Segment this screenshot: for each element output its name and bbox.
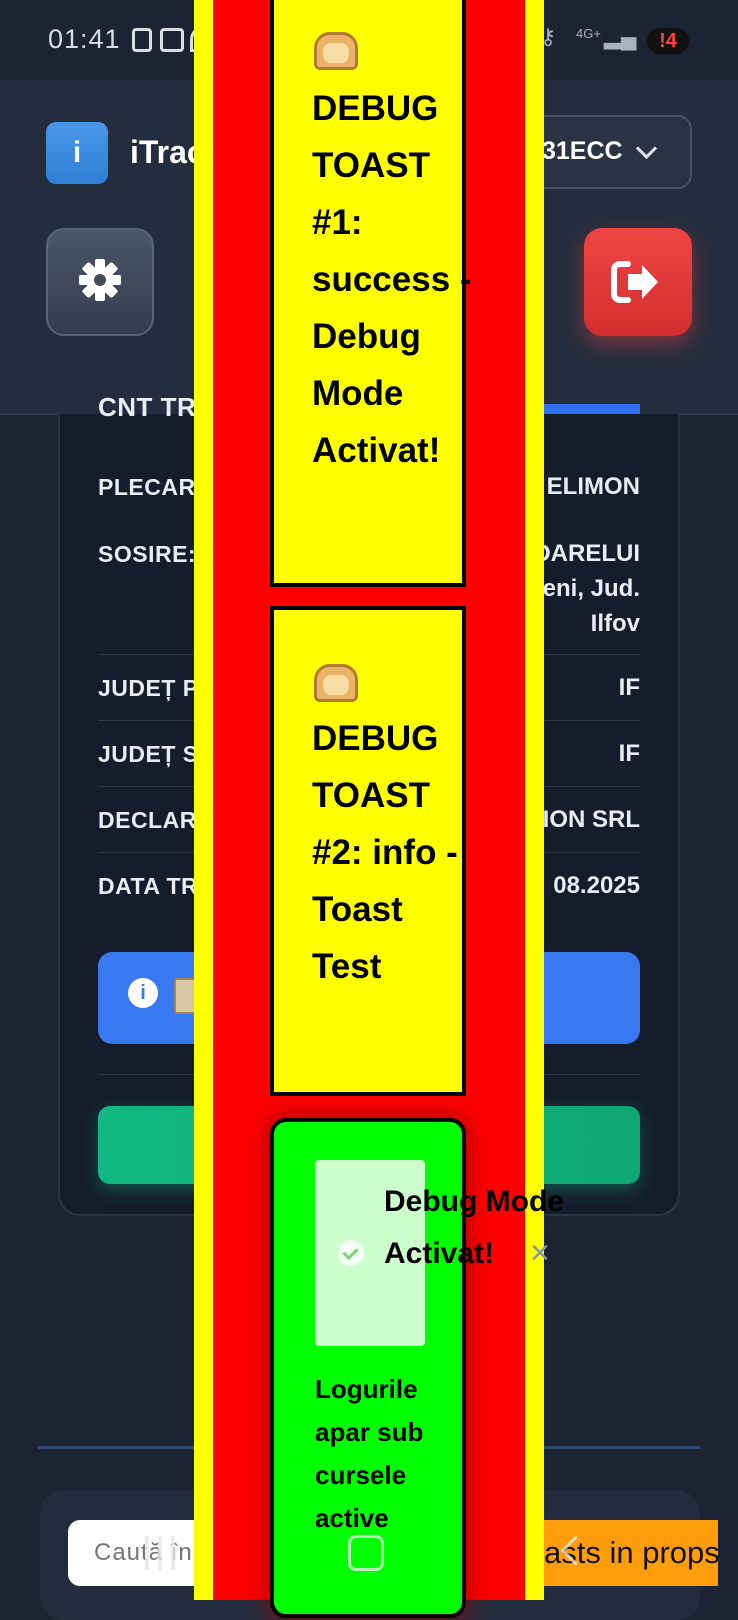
battery-saver-icon	[132, 28, 152, 52]
row-value-plecare: ELIMON	[546, 473, 640, 500]
network-label: 4G+	[576, 26, 601, 41]
debug-toast-1[interactable]: DEBUG TOAST #1: success - Debug Mode Act…	[270, 0, 472, 587]
screenshot-icon	[160, 28, 184, 52]
row-value-declarant: ION SRL	[542, 806, 640, 833]
vehicle-selector-value: 31ECC	[542, 137, 623, 165]
check-circle-icon	[338, 1240, 364, 1266]
active-toast-body: Logurile apar sub cursele active	[315, 1374, 424, 1533]
row-value-judet-plecare: IF	[618, 674, 640, 701]
row-value-data-transport: 08.2025	[553, 872, 640, 899]
bread-icon	[314, 32, 358, 70]
logout-icon	[611, 261, 658, 303]
row-label-sosire: SOSIRE:	[98, 541, 197, 567]
signal-icon: ▂▄	[604, 24, 637, 49]
debug-toast-2-text: DEBUG TOAST #2: info - Toast Test	[312, 719, 458, 986]
recent-apps-button[interactable]	[145, 1536, 175, 1570]
info-icon: i	[128, 978, 158, 1008]
card-top-label: CNT TR	[98, 392, 197, 422]
debug-toast-2[interactable]: DEBUG TOAST #2: info - Toast Test	[270, 606, 466, 1096]
row-value-sosire-line1: DARELUI	[533, 540, 640, 567]
bread-icon	[314, 664, 358, 702]
chevron-down-icon	[635, 137, 658, 160]
settings-button[interactable]	[46, 228, 154, 336]
row-value-judet-sosire: IF	[618, 740, 640, 767]
row-label-judet-plecare: JUDEȚ P	[98, 675, 199, 701]
row-value-sosire-line3: Ilfov	[590, 610, 640, 637]
status-time: 01:41	[48, 24, 121, 54]
row-label-judet-sosire: JUDEȚ S	[98, 741, 199, 767]
logout-button[interactable]	[584, 228, 692, 336]
app-logo: i	[46, 122, 108, 184]
home-button[interactable]	[348, 1535, 384, 1571]
gear-icon	[79, 259, 121, 301]
close-icon[interactable]: ×	[530, 1236, 550, 1270]
notification-badge: !4	[647, 28, 689, 54]
debug-toast-1-text: DEBUG TOAST #1: success - Debug Mode Act…	[312, 89, 472, 470]
row-label-data-transport: DATA TR	[98, 873, 199, 899]
row-value-sosire-line2: eni, Jud.	[542, 575, 640, 602]
